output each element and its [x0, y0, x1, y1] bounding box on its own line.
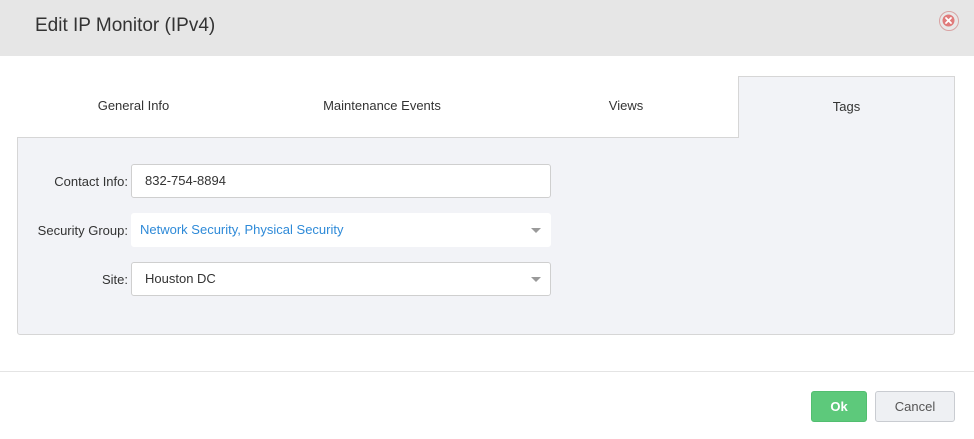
security-group-label: Security Group:: [37, 223, 128, 238]
contact-info-label: Contact Info:: [54, 174, 128, 189]
tab-views[interactable]: Views: [511, 76, 741, 138]
ok-button[interactable]: Ok: [811, 391, 867, 422]
close-icon: [942, 14, 955, 27]
dialog-header: Edit IP Monitor (IPv4): [0, 0, 974, 56]
chevron-down-icon: [531, 228, 541, 233]
cancel-button[interactable]: Cancel: [875, 391, 955, 422]
contact-info-field[interactable]: 832-754-8894: [131, 164, 551, 198]
site-value: Houston DC: [145, 271, 216, 286]
close-button[interactable]: [939, 11, 959, 31]
footer-divider: [0, 371, 974, 372]
dialog-title: Edit IP Monitor (IPv4): [35, 15, 216, 36]
tab-bar: General Info Maintenance Events Views Ta…: [17, 76, 955, 138]
site-label: Site:: [101, 272, 128, 287]
tab-tags[interactable]: Tags: [738, 76, 955, 138]
chevron-down-icon: [531, 277, 541, 282]
tab-general-info[interactable]: General Info: [17, 76, 250, 138]
security-group-select[interactable]: Network Security, Physical Security: [131, 213, 551, 247]
tags-panel: Contact Info: 832-754-8894 Security Grou…: [17, 137, 955, 335]
tab-maintenance-events[interactable]: Maintenance Events: [267, 76, 497, 138]
security-group-value: Network Security, Physical Security: [140, 222, 344, 237]
site-select[interactable]: Houston DC: [131, 262, 551, 296]
